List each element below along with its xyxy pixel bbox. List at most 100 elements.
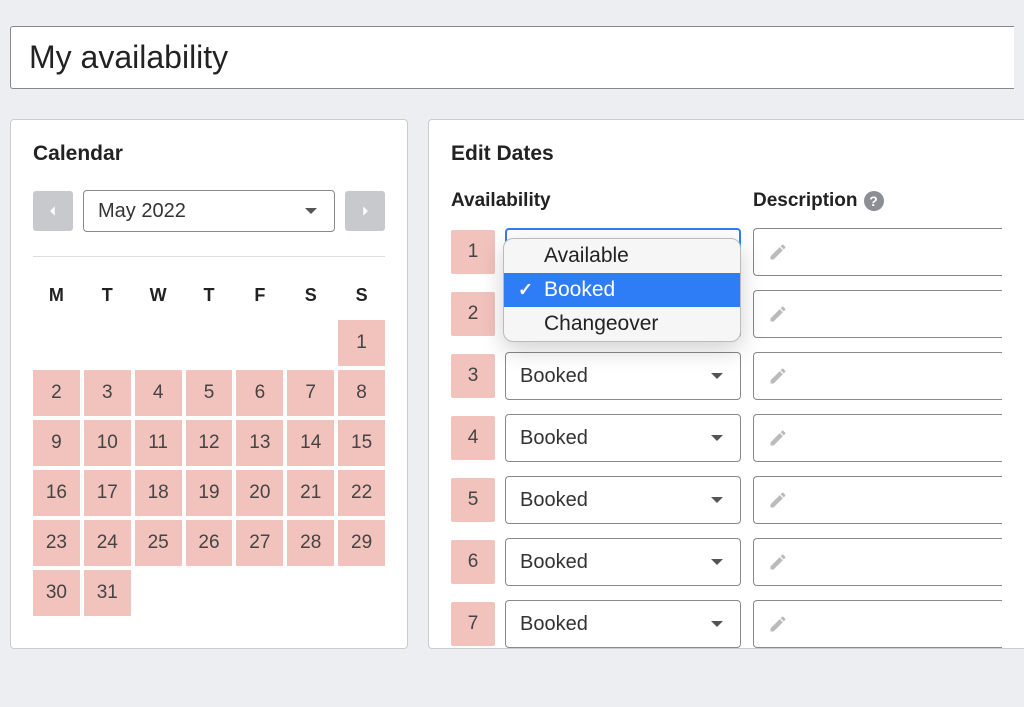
- calendar-day[interactable]: 12: [186, 420, 233, 466]
- pencil-icon: [768, 552, 788, 572]
- date-badge: 2: [451, 292, 495, 336]
- day-of-week-header: T: [84, 275, 131, 316]
- calendar-empty-cell: [84, 320, 131, 366]
- dropdown-option[interactable]: Booked: [504, 273, 740, 307]
- calendar-day[interactable]: 30: [33, 570, 80, 616]
- dropdown-option[interactable]: Changeover: [504, 307, 740, 341]
- calendar-empty-cell: [135, 320, 182, 366]
- description-input[interactable]: [753, 352, 1002, 400]
- availability-dropdown-menu[interactable]: AvailableBookedChangeover: [503, 238, 741, 342]
- availability-select[interactable]: Booked: [505, 414, 741, 462]
- chevron-down-icon: [708, 553, 726, 571]
- calendar-day[interactable]: 16: [33, 470, 80, 516]
- calendar-day[interactable]: 2: [33, 370, 80, 416]
- edit-date-row: 3Booked: [451, 352, 1002, 400]
- calendar-day[interactable]: 27: [236, 520, 283, 566]
- calendar-empty-cell: [236, 570, 283, 616]
- calendar-day[interactable]: 23: [33, 520, 80, 566]
- pencil-icon: [768, 428, 788, 448]
- description-input[interactable]: [753, 476, 1002, 524]
- calendar-day[interactable]: 29: [338, 520, 385, 566]
- description-input[interactable]: [753, 290, 1002, 338]
- edit-dates-heading: Edit Dates: [451, 142, 1002, 166]
- calendar-day[interactable]: 24: [84, 520, 131, 566]
- title-input[interactable]: My availability: [10, 26, 1014, 89]
- calendar-empty-cell: [135, 570, 182, 616]
- column-description-header: Description ?: [753, 190, 884, 212]
- calendar-day[interactable]: 26: [186, 520, 233, 566]
- calendar-day[interactable]: 28: [287, 520, 334, 566]
- availability-select[interactable]: Booked: [505, 538, 741, 586]
- calendar-day[interactable]: 6: [236, 370, 283, 416]
- day-of-week-header: S: [338, 275, 385, 316]
- calendar-empty-cell: [287, 570, 334, 616]
- month-label: May 2022: [98, 200, 186, 223]
- help-icon[interactable]: ?: [864, 191, 884, 211]
- calendar-day[interactable]: 10: [84, 420, 131, 466]
- calendar-day[interactable]: 8: [338, 370, 385, 416]
- calendar-day[interactable]: 21: [287, 470, 334, 516]
- calendar-day[interactable]: 20: [236, 470, 283, 516]
- chevron-right-icon: [358, 204, 372, 218]
- description-input[interactable]: [753, 414, 1002, 462]
- calendar-empty-cell: [33, 320, 80, 366]
- calendar-day[interactable]: 19: [186, 470, 233, 516]
- calendar-day[interactable]: 22: [338, 470, 385, 516]
- edit-date-row: 6 Booked: [451, 538, 1002, 586]
- description-input[interactable]: [753, 538, 1002, 586]
- calendar-empty-cell: [186, 320, 233, 366]
- date-badge: 7: [451, 602, 495, 646]
- pencil-icon: [768, 614, 788, 634]
- calendar-empty-cell: [338, 570, 385, 616]
- calendar-day[interactable]: 25: [135, 520, 182, 566]
- calendar-panel: Calendar May 2022 MTWTFSS123456789101112…: [10, 119, 408, 649]
- calendar-day[interactable]: 3: [84, 370, 131, 416]
- month-select[interactable]: May 2022: [83, 190, 335, 232]
- date-badge: 6: [451, 540, 495, 584]
- day-of-week-header: T: [186, 275, 233, 316]
- description-input[interactable]: [753, 228, 1002, 276]
- chevron-down-icon: [708, 429, 726, 447]
- next-month-button[interactable]: [345, 191, 385, 231]
- chevron-left-icon: [46, 204, 60, 218]
- edit-date-row: 5 Booked: [451, 476, 1002, 524]
- calendar-day[interactable]: 15: [338, 420, 385, 466]
- calendar-empty-cell: [287, 320, 334, 366]
- availability-select[interactable]: Booked: [505, 352, 741, 400]
- pencil-icon: [768, 304, 788, 324]
- availability-select[interactable]: Booked: [505, 476, 741, 524]
- calendar-day[interactable]: 17: [84, 470, 131, 516]
- calendar-day[interactable]: 1: [338, 320, 385, 366]
- availability-value: Booked: [520, 489, 588, 512]
- calendar-empty-cell: [236, 320, 283, 366]
- day-of-week-header: S: [287, 275, 334, 316]
- calendar-day[interactable]: 7: [287, 370, 334, 416]
- calendar-day[interactable]: 9: [33, 420, 80, 466]
- pencil-icon: [768, 242, 788, 262]
- chevron-down-icon: [708, 491, 726, 509]
- edit-date-row: 4Booked: [451, 414, 1002, 462]
- calendar-day[interactable]: 14: [287, 420, 334, 466]
- chevron-down-icon: [708, 615, 726, 633]
- prev-month-button[interactable]: [33, 191, 73, 231]
- calendar-day[interactable]: 31: [84, 570, 131, 616]
- calendar-day[interactable]: 13: [236, 420, 283, 466]
- calendar-heading: Calendar: [33, 142, 385, 166]
- dropdown-option[interactable]: Available: [504, 239, 740, 273]
- calendar-day[interactable]: 11: [135, 420, 182, 466]
- availability-value: Booked: [520, 427, 588, 450]
- pencil-icon: [768, 366, 788, 386]
- description-input[interactable]: [753, 600, 1002, 648]
- calendar-day[interactable]: 18: [135, 470, 182, 516]
- chevron-down-icon: [708, 367, 726, 385]
- availability-select[interactable]: Booked: [505, 600, 741, 648]
- availability-value: Booked: [520, 551, 588, 574]
- day-of-week-header: W: [135, 275, 182, 316]
- calendar-day[interactable]: 4: [135, 370, 182, 416]
- date-badge: 3: [451, 354, 495, 398]
- calendar-day[interactable]: 5: [186, 370, 233, 416]
- edit-date-row: 7Booked: [451, 600, 1002, 648]
- pencil-icon: [768, 490, 788, 510]
- day-of-week-header: F: [236, 275, 283, 316]
- date-badge: 5: [451, 478, 495, 522]
